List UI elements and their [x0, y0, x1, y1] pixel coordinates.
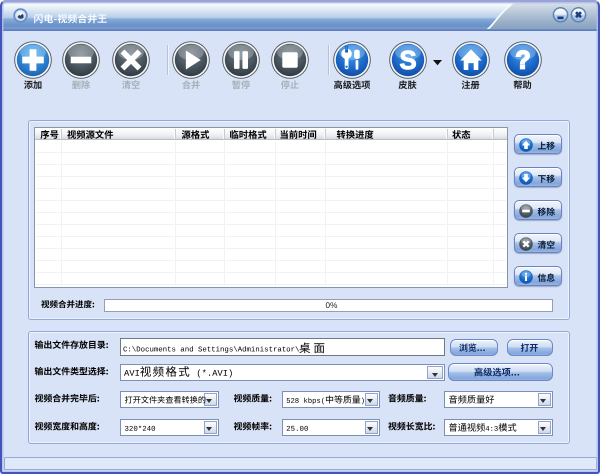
- svg-text:S: S: [399, 47, 416, 75]
- svg-text:?: ?: [515, 47, 530, 74]
